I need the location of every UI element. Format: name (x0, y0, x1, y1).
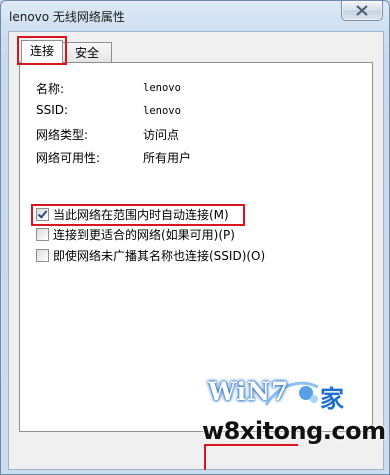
ssid-value: lenovo (143, 105, 181, 117)
name-label: 名称: (36, 82, 65, 96)
prefer-better-network-label: 连接到更适合的网络(如果可用)(P) (53, 227, 235, 242)
tab-connection[interactable]: 连接 (21, 40, 63, 63)
connect-hidden-ssid-checkbox[interactable]: 即使网络未广播其名称也连接(SSID)(O) (36, 247, 265, 263)
checkbox-checked-icon[interactable] (36, 207, 49, 221)
network-availability-value: 所有用户 (143, 151, 192, 165)
prefer-better-network-checkbox[interactable]: 连接到更适合的网络(如果可用)(P) (36, 226, 235, 242)
auto-connect-checkbox[interactable]: 当此网络在范围内时自动连接(M) (36, 206, 229, 222)
checkbox-unchecked-icon[interactable] (36, 248, 49, 262)
title-bar[interactable]: lenovo 无线网络属性 (1, 1, 389, 31)
network-availability-label: 网络可用性: (36, 151, 101, 165)
ssid-label: SSID: (36, 103, 69, 117)
properties-dialog: lenovo 无线网络属性 连接 安全 名称: lenovo SSID: len… (0, 0, 390, 475)
tab-connection-label: 连接 (29, 44, 54, 58)
tab-security[interactable]: 安全 (62, 42, 112, 63)
connect-hidden-ssid-label: 即使网络未广播其名称也连接(SSID)(O) (53, 248, 266, 263)
checkbox-unchecked-icon[interactable] (36, 227, 49, 241)
name-value: lenovo (143, 82, 181, 94)
tab-security-label: 安全 (74, 46, 99, 60)
close-icon (356, 5, 368, 16)
close-button[interactable] (341, 1, 383, 21)
auto-connect-label: 当此网络在范围内时自动连接(M) (53, 207, 229, 222)
window-title: lenovo 无线网络属性 (9, 10, 125, 24)
dialog-body: 连接 安全 名称: lenovo SSID: lenovo 网络类型: 访问点 … (8, 31, 384, 470)
network-type-label: 网络类型: (36, 128, 89, 142)
tab-panel-connection: 名称: lenovo SSID: lenovo 网络类型: 访问点 网络可用性:… (19, 62, 373, 432)
network-type-value: 访问点 (143, 128, 180, 142)
